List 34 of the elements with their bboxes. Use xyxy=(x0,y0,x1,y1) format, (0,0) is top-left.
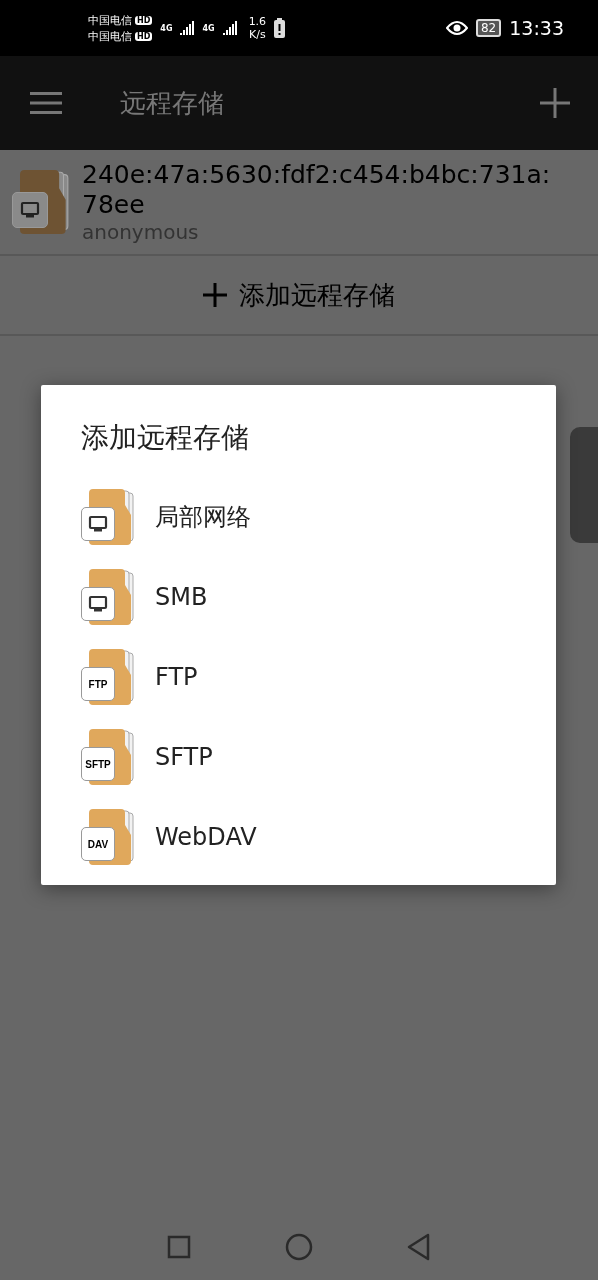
network-type: 4G xyxy=(160,23,173,33)
app-title: 远程存储 xyxy=(120,86,225,120)
network-type: 4G xyxy=(202,23,215,33)
carrier-name: 中国电信 xyxy=(88,28,132,44)
speed-unit: K/s xyxy=(249,28,266,41)
side-handle[interactable] xyxy=(570,427,598,543)
monitor-icon xyxy=(20,201,40,219)
hd-badge: HD xyxy=(135,31,153,41)
menu-icon[interactable] xyxy=(30,92,62,114)
add-icon[interactable] xyxy=(540,88,570,118)
storage-type-option[interactable]: SMB xyxy=(81,557,516,637)
tag-label: SFTP xyxy=(85,758,111,770)
battery-saver-icon xyxy=(274,18,286,38)
signal-icon xyxy=(222,21,237,35)
battery-level: 82 xyxy=(475,19,502,37)
storage-type-option[interactable]: DAV WebDAV xyxy=(81,797,516,877)
storage-type-option[interactable]: 局部网络 xyxy=(81,477,516,557)
hd-badge: HD xyxy=(135,15,153,25)
speed-value: 1.6 xyxy=(248,15,267,28)
carrier-name: 中国电信 xyxy=(88,12,132,28)
add-storage-button[interactable]: 添加远程存储 xyxy=(0,256,598,336)
clock-time: 13:33 xyxy=(509,17,564,39)
home-icon[interactable] xyxy=(284,1232,314,1262)
monitor-icon xyxy=(88,515,108,533)
eye-icon xyxy=(445,21,468,35)
tag-label: DAV xyxy=(87,838,109,850)
dialog-title: 添加远程存储 xyxy=(81,420,250,456)
storage-type-option[interactable]: FTP FTP xyxy=(81,637,516,717)
monitor-icon xyxy=(88,595,108,613)
storage-type-option[interactable]: SFTP SFTP xyxy=(81,717,516,797)
storage-address[interactable]: 240e:47a:5630:fdf2:c454:b4bc:731a:78ee xyxy=(82,160,552,220)
tag-label: FTP xyxy=(88,678,108,690)
plus-icon xyxy=(203,283,227,307)
signal-icon xyxy=(180,21,195,35)
